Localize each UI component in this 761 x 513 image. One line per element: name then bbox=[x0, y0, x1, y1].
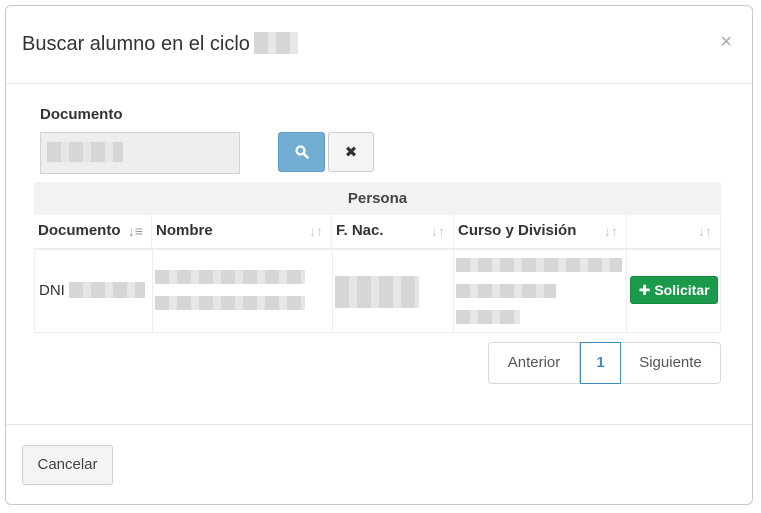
cell-actions: ✚ Solicitar bbox=[627, 250, 721, 332]
redacted-name bbox=[154, 270, 305, 284]
column-header-documento[interactable]: Documento ↓≡ bbox=[34, 215, 152, 248]
sort-icon: ↓↑ bbox=[431, 223, 445, 239]
column-header-actions[interactable]: ↓↑ bbox=[627, 215, 721, 248]
redacted-name bbox=[154, 296, 305, 310]
redacted-course bbox=[456, 284, 557, 298]
sort-icon: ↓↑ bbox=[309, 223, 323, 239]
group-header-persona: Persona bbox=[34, 182, 721, 215]
cell-curso bbox=[454, 250, 628, 332]
pagination-next[interactable]: Siguiente bbox=[621, 342, 721, 384]
solicitar-button[interactable]: ✚ Solicitar bbox=[630, 276, 719, 304]
results-table: Persona Documento ↓≡ Nombre ↓↑ F. Nac. ↓↑ C… bbox=[34, 182, 721, 333]
column-header-label: F. Nac. bbox=[336, 222, 384, 239]
search-button[interactable] bbox=[278, 132, 325, 172]
cancel-button[interactable]: Cancelar bbox=[22, 445, 113, 485]
dni-value: DNI bbox=[39, 281, 145, 299]
dialog-title-text: Buscar alumno en el ciclo bbox=[22, 33, 250, 55]
redacted-course bbox=[456, 310, 521, 324]
pagination: Anterior 1 Siguiente bbox=[488, 342, 721, 384]
dialog-header: Buscar alumno en el ciclo × bbox=[6, 6, 752, 84]
table-row: DNI ✚ Solicitar bbox=[34, 250, 721, 333]
cell-fnac bbox=[333, 250, 455, 332]
cell-nombre bbox=[153, 250, 333, 332]
redacted-course bbox=[456, 258, 623, 272]
dni-prefix: DNI bbox=[39, 282, 65, 299]
document-input[interactable] bbox=[40, 132, 240, 174]
column-headers: Documento ↓≡ Nombre ↓↑ F. Nac. ↓↑ Curso y D… bbox=[34, 215, 721, 250]
column-header-label: Nombre bbox=[156, 222, 213, 239]
clear-button[interactable]: ✖ bbox=[328, 132, 374, 172]
column-header-curso[interactable]: Curso y División ↓↑ bbox=[454, 215, 627, 248]
redacted-cycle bbox=[253, 31, 298, 54]
column-header-label: Documento bbox=[38, 222, 121, 239]
sort-desc-icon: ↓≡ bbox=[127, 223, 143, 239]
search-icon bbox=[294, 145, 309, 159]
document-label: Documento bbox=[40, 106, 123, 123]
close-icon: × bbox=[720, 31, 732, 53]
dialog-title: Buscar alumno en el ciclo bbox=[22, 31, 298, 56]
column-header-fnac[interactable]: F. Nac. ↓↑ bbox=[332, 215, 454, 248]
pagination-page-1[interactable]: 1 bbox=[580, 342, 621, 384]
search-student-dialog: Buscar alumno en el ciclo × Documento ✖ … bbox=[5, 5, 753, 505]
close-button[interactable]: × bbox=[720, 32, 732, 52]
pagination-previous[interactable]: Anterior bbox=[488, 342, 580, 384]
cell-documento: DNI bbox=[35, 250, 153, 332]
close-icon: ✖ bbox=[344, 144, 358, 161]
column-header-nombre[interactable]: Nombre ↓↑ bbox=[152, 215, 332, 248]
redacted-document-value bbox=[47, 142, 123, 162]
redacted-birthdate bbox=[334, 276, 419, 308]
column-header-label: Curso y División bbox=[458, 222, 577, 239]
redacted-dni bbox=[68, 281, 145, 298]
dialog-footer: Cancelar bbox=[6, 424, 752, 504]
sort-icon: ↓↑ bbox=[604, 223, 618, 239]
sort-icon: ↓↑ bbox=[698, 223, 712, 239]
